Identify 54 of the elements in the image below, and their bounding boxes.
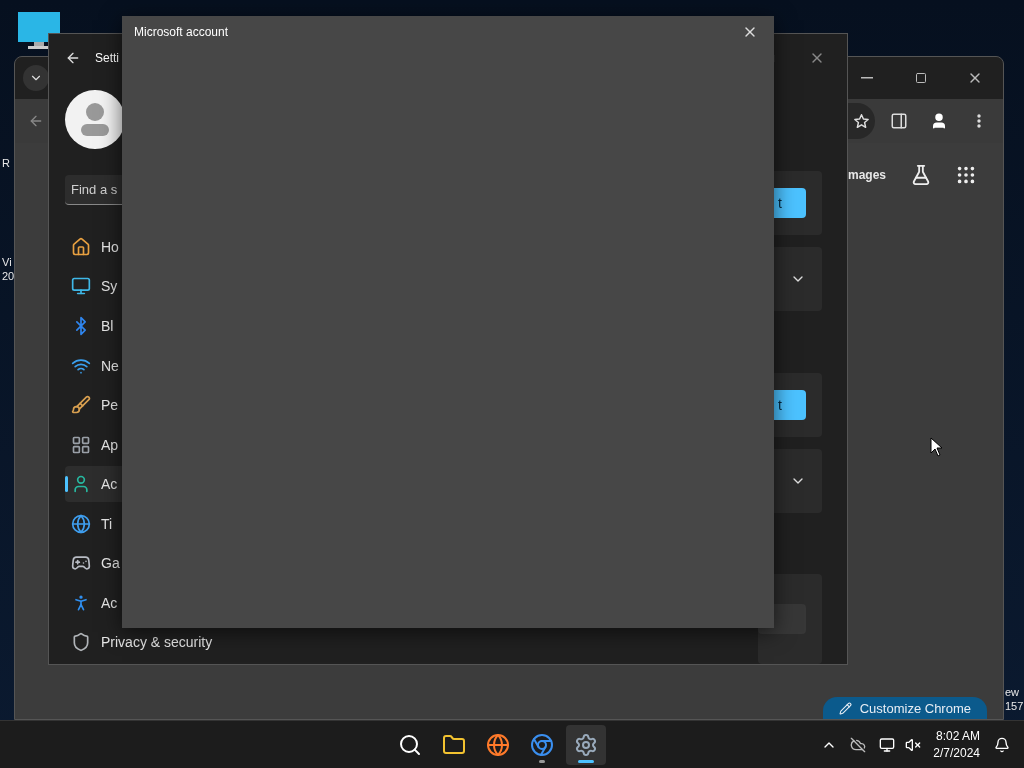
nav-label: Ho <box>101 238 119 255</box>
nav-label: Ti <box>101 515 113 532</box>
desktop-icon-label: ew <box>1005 685 1021 699</box>
maximize-icon <box>915 72 927 84</box>
taskbar-app[interactable] <box>565 724 606 765</box>
monitor-icon <box>71 276 91 297</box>
date-text: 2/7/2024 <box>933 744 980 762</box>
images-link[interactable]: mages <box>847 168 886 182</box>
minimize-icon <box>861 77 873 79</box>
mouse-cursor-icon <box>930 437 942 457</box>
cloud-off-icon <box>850 736 867 753</box>
tab-search-button[interactable] <box>23 65 49 91</box>
window-title: Setti <box>95 51 119 65</box>
menu-icon <box>977 114 981 128</box>
desktop-icon-label: R <box>2 156 10 170</box>
nav-label: Bl <box>101 318 114 334</box>
shield-icon <box>71 632 91 653</box>
person-icon <box>930 112 948 130</box>
grid-icon <box>955 164 977 186</box>
pencil-icon <box>838 701 852 715</box>
nav-label: Ap <box>101 436 119 453</box>
nav-label: Ne <box>101 357 119 374</box>
home-icon <box>71 236 91 257</box>
nav-label: Privacy & security <box>101 634 213 651</box>
folder-icon <box>441 732 466 757</box>
desktop-icon-label: Vi <box>2 255 13 269</box>
clock[interactable]: 8:02 AM 2/7/2024 <box>933 727 980 762</box>
desktop-icon-label: 20 <box>2 269 15 283</box>
gear-icon <box>573 732 598 757</box>
person-icon <box>71 474 91 495</box>
nav-label: Pe <box>101 397 119 414</box>
search-icon <box>397 732 422 757</box>
chrome-icon <box>529 732 554 757</box>
monitor-icon[interactable] <box>18 12 62 50</box>
time-text: 8:02 AM <box>935 727 980 745</box>
volume-muted-icon <box>905 736 922 753</box>
dialog-title: Microsoft account <box>134 25 229 39</box>
bookmark-button[interactable] <box>851 111 871 131</box>
nav-label: Sy <box>101 278 118 295</box>
nav-item[interactable]: Privacy & security <box>65 624 305 660</box>
monitor-icon <box>879 736 896 753</box>
bell-icon <box>994 736 1010 753</box>
customize-chrome-button[interactable]: Customize Chrome <box>822 697 987 719</box>
flask-icon <box>910 164 932 186</box>
star-icon <box>853 114 869 128</box>
nav-label: Ac <box>101 594 118 611</box>
nav-label: Ac <box>101 476 118 493</box>
side-panel-icon <box>890 112 908 130</box>
nav-label: Ga <box>101 555 120 572</box>
globe-icon <box>485 732 510 757</box>
apps-icon <box>71 434 91 455</box>
desktop-icon-label: 157 <box>1005 699 1024 713</box>
globe-icon <box>71 513 91 534</box>
brush-icon <box>71 395 91 416</box>
